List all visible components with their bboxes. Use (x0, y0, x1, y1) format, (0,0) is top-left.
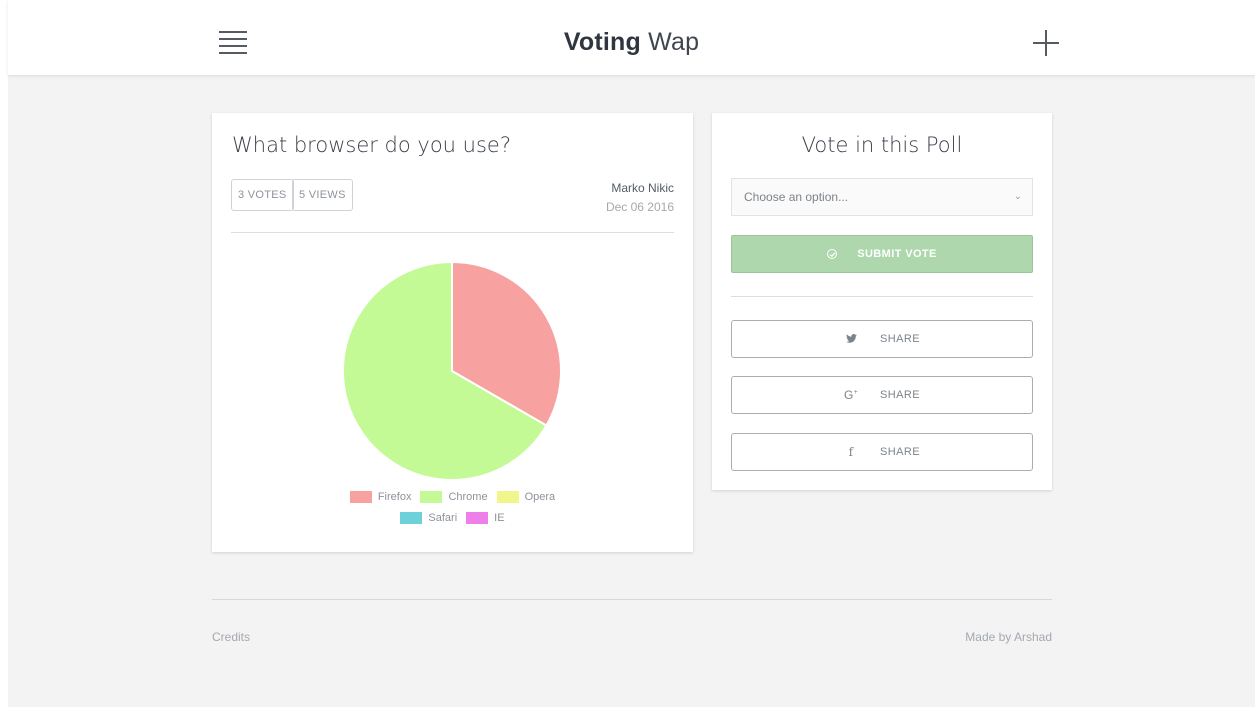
legend-swatch (420, 491, 443, 503)
submit-vote-label: SUBMIT VOTE (857, 248, 937, 260)
credits-link[interactable]: Credits (212, 630, 250, 644)
legend-swatch (496, 491, 519, 503)
legend-label: Opera (524, 491, 556, 503)
pie-chart (342, 260, 562, 481)
legend-swatch (349, 491, 372, 503)
check-circle-icon (827, 249, 838, 259)
chart-legend-row-1: Firefox Chrome Opera (212, 491, 693, 503)
vote-divider (731, 296, 1033, 297)
chevron-down-icon: ⌄ (1013, 191, 1022, 202)
poll-chart (212, 253, 693, 503)
vote-card: Vote in this Poll Choose an option... ⌄ … (712, 113, 1052, 490)
legend-label: Firefox (377, 491, 412, 503)
legend-item-firefox[interactable]: Firefox (349, 491, 412, 503)
add-poll-plus-icon[interactable] (1033, 30, 1059, 56)
brand-title[interactable]: Voting Wap (8, 28, 1255, 57)
google-plus-icon: G+ (844, 388, 859, 402)
share-facebook-label: SHARE (880, 446, 920, 458)
brand-light: Wap (648, 28, 700, 56)
legend-item-chrome[interactable]: Chrome (420, 491, 488, 503)
legend-swatch (400, 512, 423, 524)
made-by-text: Made by Arshad (965, 630, 1052, 644)
share-googleplus-label: SHARE (880, 389, 920, 401)
share-twitter-label: SHARE (880, 333, 920, 345)
submit-vote-button[interactable]: SUBMIT VOTE (731, 235, 1033, 273)
poll-author: Marko Nikic (611, 181, 674, 195)
share-googleplus-button[interactable]: G+ SHARE (731, 376, 1033, 414)
share-twitter-button[interactable]: SHARE (731, 320, 1033, 358)
legend-label: IE (494, 512, 505, 524)
vote-title: Vote in this Poll (801, 133, 963, 157)
brand-bold: Voting (563, 28, 641, 56)
poll-question: What browser do you use? (232, 133, 511, 157)
legend-swatch (466, 512, 489, 524)
top-navbar: Voting Wap (8, 0, 1255, 75)
legend-label: Safari (428, 512, 458, 524)
option-select[interactable]: Choose an option... ⌄ (731, 178, 1033, 216)
legend-label: Chrome (448, 491, 488, 503)
twitter-icon (844, 332, 858, 346)
legend-item-opera[interactable]: Opera (496, 491, 556, 503)
option-select-placeholder: Choose an option... (744, 190, 849, 204)
poll-card: What browser do you use? 3 VOTES 5 VIEWS… (212, 113, 693, 552)
views-badge: 5 VIEWS (292, 179, 353, 211)
poll-divider (231, 232, 674, 233)
facebook-icon: f (848, 445, 854, 459)
footer-divider (212, 599, 1052, 600)
poll-date: Dec 06 2016 (605, 200, 674, 214)
share-facebook-button[interactable]: f SHARE (731, 433, 1033, 471)
votes-badge: 3 VOTES (231, 179, 294, 211)
legend-item-ie[interactable]: IE (466, 512, 505, 524)
chart-legend-row-2: Safari IE (212, 512, 693, 524)
legend-item-safari[interactable]: Safari (400, 512, 457, 524)
